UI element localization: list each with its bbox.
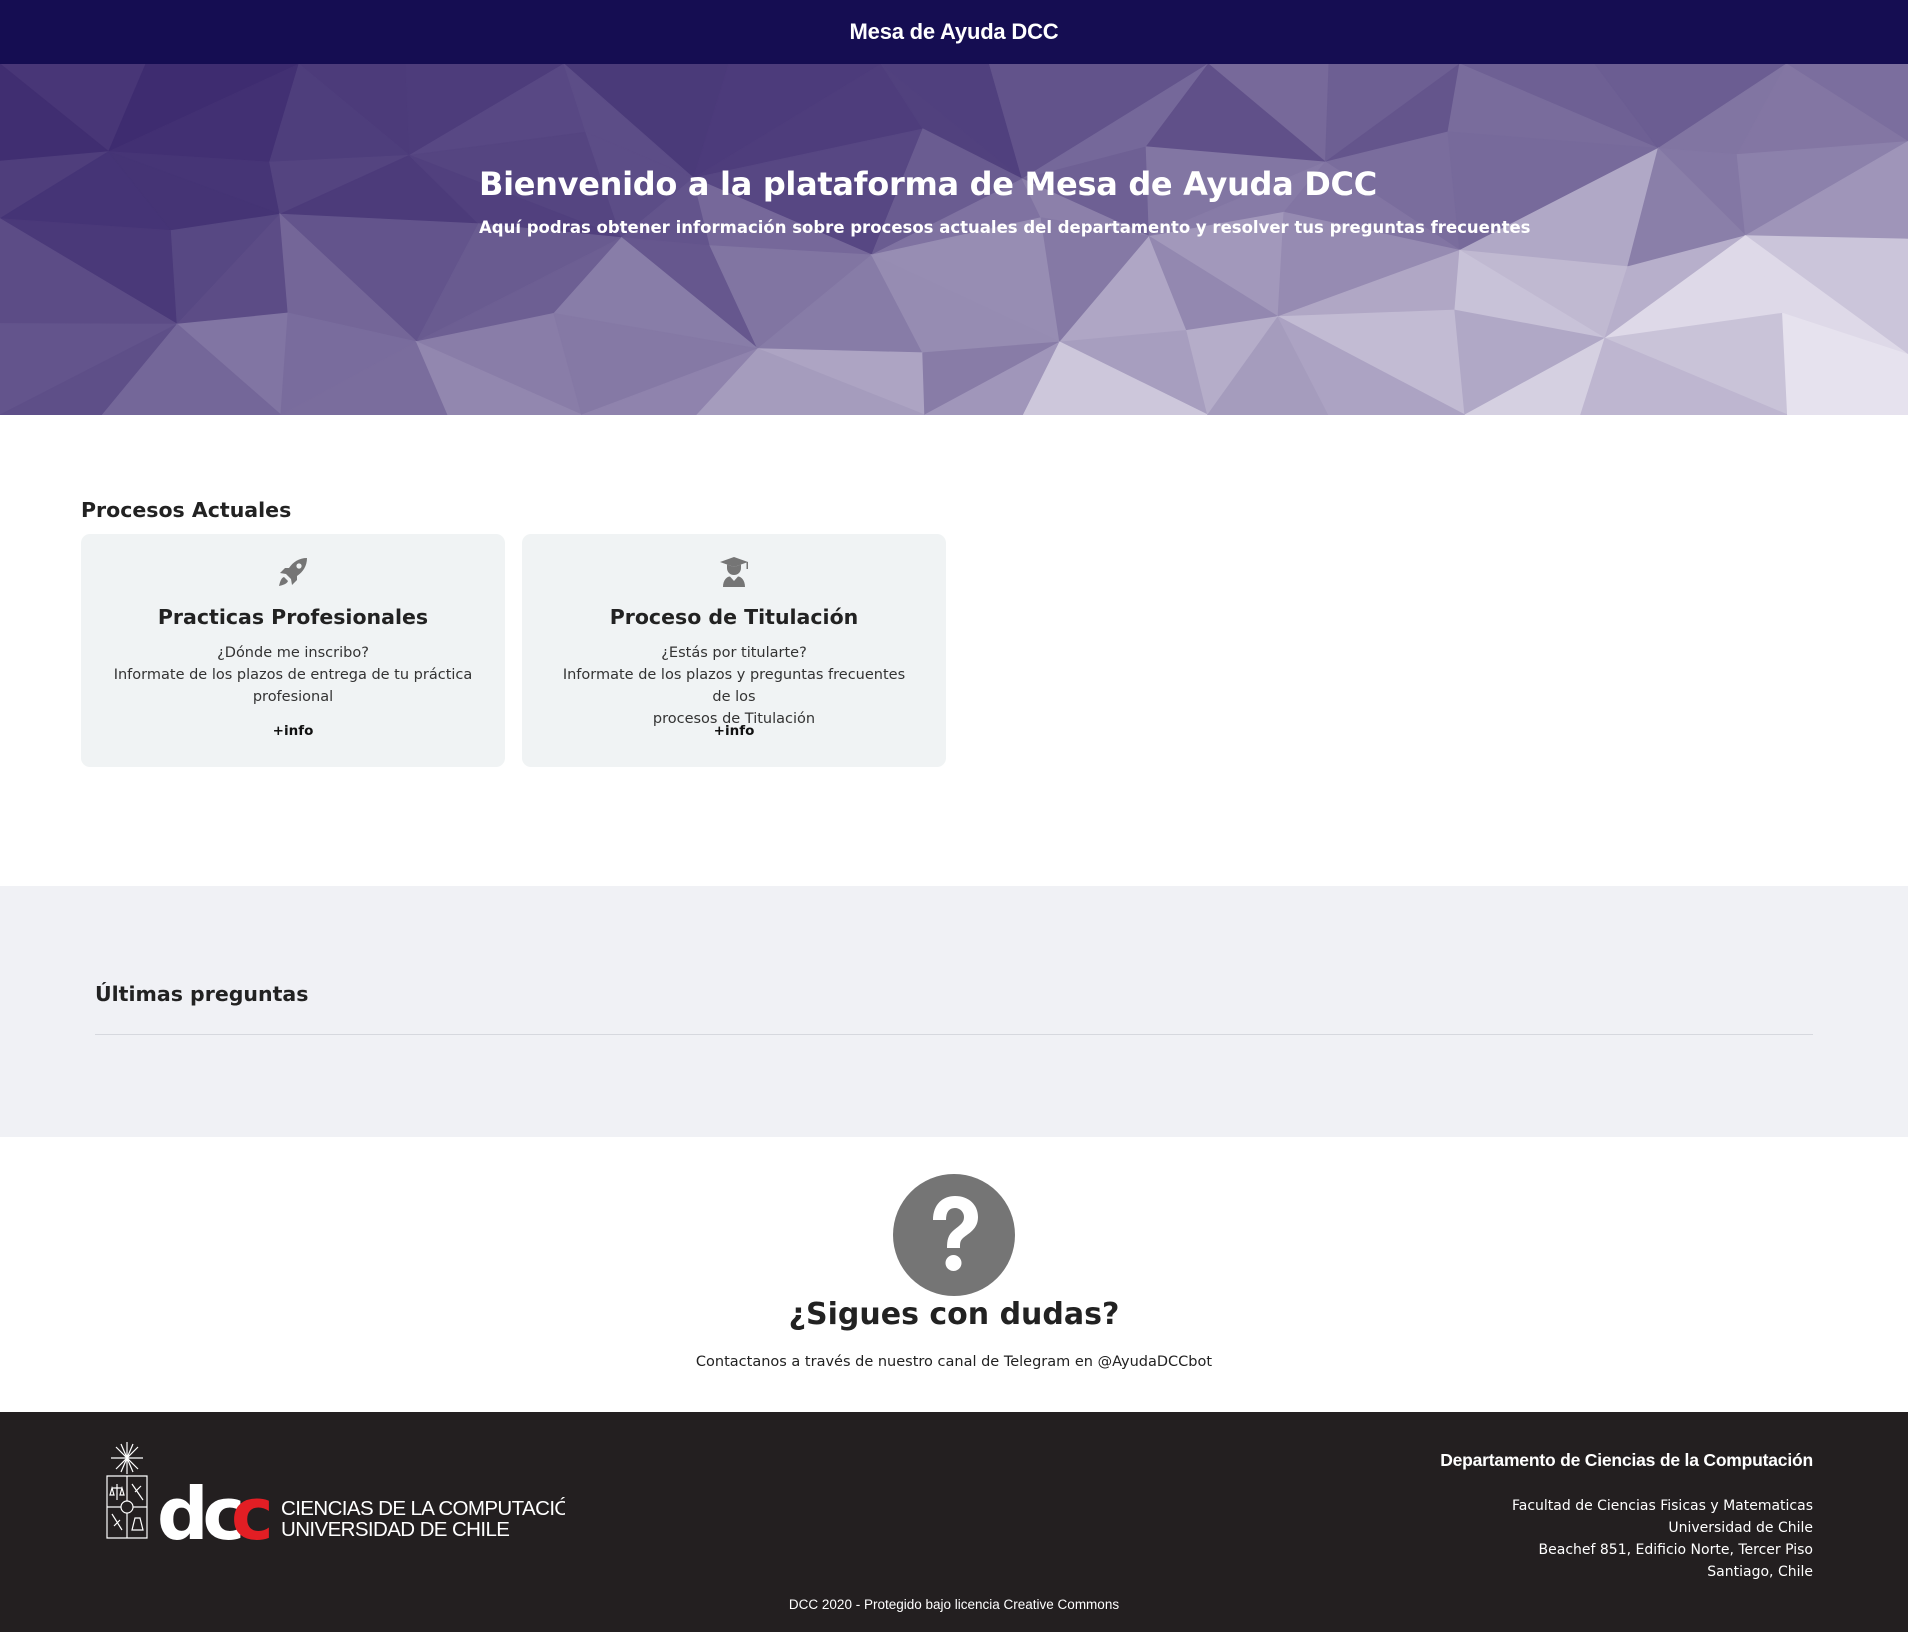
- card-title: Proceso de Titulación: [609, 605, 859, 629]
- rocket-icon: [279, 558, 307, 586]
- address-line: Santiago, Chile: [1707, 1564, 1813, 1580]
- address-line: Beachef 851, Edificio Norte, Tercer Piso: [1538, 1542, 1813, 1558]
- top-navbar: Mesa de Ayuda DCC: [0, 0, 1908, 64]
- hero-polygon-background: [0, 64, 1908, 415]
- card-description: ¿Estás por titularte? Informate de los p…: [552, 642, 916, 730]
- university-crest-icon: [106, 1442, 148, 1539]
- card-text-line: Informate de los plazos y preguntas frec…: [562, 667, 906, 705]
- help-text: Contactanos a través de nuestro canal de…: [695, 1354, 1213, 1370]
- hero-banner: Bienvenido a la plataforma de Mesa de Ay…: [0, 64, 1908, 415]
- hero-title: Bienvenido a la plataforma de Mesa de Ay…: [479, 165, 1377, 203]
- process-card-practicas[interactable]: Practicas Profesionales ¿Dónde me inscri…: [81, 534, 505, 767]
- divider: [95, 1034, 1813, 1035]
- logo-c: c: [231, 1472, 274, 1552]
- help-title: ¿Sigues con dudas?: [788, 1297, 1120, 1332]
- dcc-logo[interactable]: dc c CIENCIAS DE LA COMPUTACIÓN UNIVERSI…: [105, 1440, 565, 1552]
- logo-dc: dc: [157, 1472, 241, 1552]
- department-name: Departamento de Ciencias de la Computaci…: [1440, 1450, 1813, 1470]
- site-title[interactable]: Mesa de Ayuda DCC: [850, 19, 1059, 45]
- graduate-icon: [720, 557, 748, 587]
- latest-questions-section: Últimas preguntas: [0, 886, 1908, 1137]
- card-title: Practicas Profesionales: [157, 605, 429, 629]
- section-title-ultimas: Últimas preguntas: [95, 982, 309, 1006]
- star-rays: [111, 1442, 143, 1474]
- question-circle-icon: [893, 1174, 1015, 1296]
- logo-line2: UNIVERSIDAD DE CHILE: [281, 1518, 509, 1541]
- process-card-titulacion[interactable]: Proceso de Titulación ¿Estás por titular…: [522, 534, 946, 767]
- address-line: Facultad de Ciencias Fisicas y Matematic…: [1511, 1498, 1813, 1514]
- card-text-line: Informate de los plazos de entrega de tu…: [113, 667, 473, 683]
- card-question: ¿Dónde me inscribo?: [217, 645, 369, 661]
- address-block: Facultad de Ciencias Fisicas y Matematic…: [1512, 1495, 1813, 1583]
- card-question: ¿Estás por titularte?: [661, 645, 807, 661]
- more-info-link[interactable]: +info: [522, 723, 946, 739]
- section-title-procesos: Procesos Actuales: [81, 498, 292, 522]
- hero-content: Bienvenido a la plataforma de Mesa de Ay…: [479, 165, 1531, 237]
- address-line: Universidad de Chile: [1668, 1520, 1813, 1536]
- footer: dc c CIENCIAS DE LA COMPUTACIÓN UNIVERSI…: [0, 1412, 1908, 1632]
- hero-subtitle: Aquí podras obtener información sobre pr…: [479, 218, 1531, 237]
- more-info-link[interactable]: +info: [81, 723, 505, 739]
- copyright: DCC 2020 - Protegido bajo licencia Creat…: [788, 1597, 1120, 1612]
- logo-line1: CIENCIAS DE LA COMPUTACIÓN: [281, 1497, 565, 1520]
- card-description: ¿Dónde me inscribo? Informate de los pla…: [111, 642, 475, 708]
- card-text-line: profesional: [252, 689, 334, 705]
